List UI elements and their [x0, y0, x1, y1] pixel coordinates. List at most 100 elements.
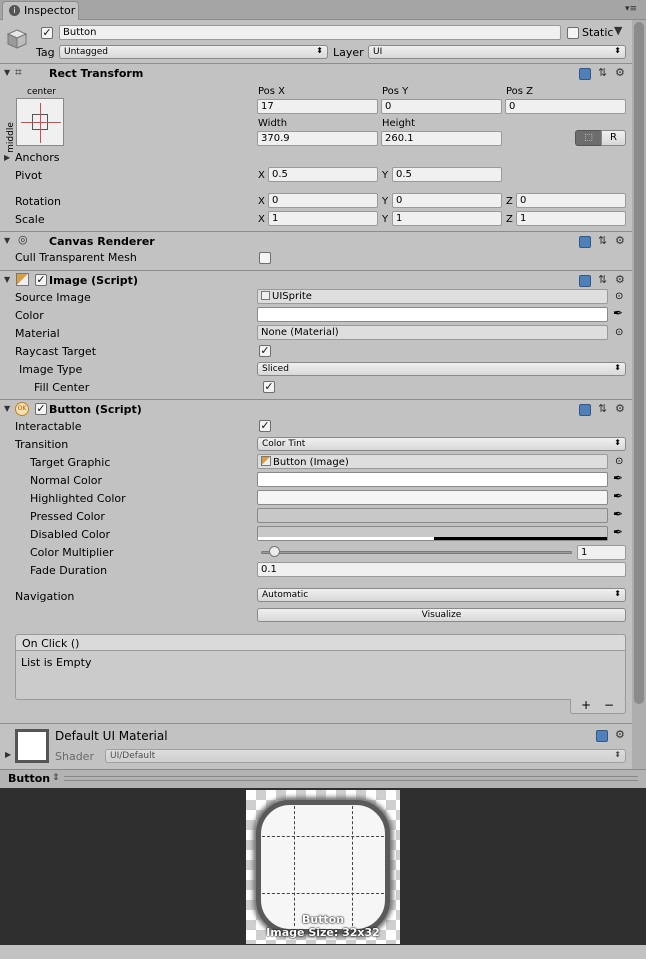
disabled-color-field[interactable] — [257, 526, 608, 541]
pos-z-field[interactable]: 0 — [505, 99, 626, 114]
cull-checkbox[interactable] — [259, 252, 271, 264]
image-type-dropdown[interactable]: Sliced ⬍ — [257, 362, 626, 376]
width-field[interactable]: 370.9 — [257, 131, 378, 146]
scale-z-field[interactable]: 1 — [516, 211, 626, 226]
eyedropper-icon[interactable]: ✒ — [613, 489, 623, 503]
preset-icon[interactable]: ⇅ — [598, 235, 607, 247]
anchor-preset-button[interactable] — [16, 98, 64, 146]
source-image-field[interactable]: UISprite — [257, 289, 608, 304]
canvas-renderer-header[interactable]: ▼ ◎ Canvas Renderer ⇅ ⚙ — [0, 231, 632, 250]
help-book-icon[interactable] — [579, 68, 591, 80]
navigation-dropdown[interactable]: Automatic ⬍ — [257, 588, 626, 602]
tab-inspector[interactable]: i Inspector — [2, 1, 79, 20]
eyedropper-icon[interactable]: ✒ — [613, 471, 623, 485]
color-multiplier-slider-track[interactable] — [261, 551, 572, 554]
fade-duration-label: Fade Duration — [30, 564, 108, 577]
preset-icon[interactable]: ⇅ — [598, 274, 607, 286]
remove-event-button[interactable]: − — [604, 699, 614, 712]
image-script-icon — [16, 273, 29, 286]
height-field[interactable]: 260.1 — [381, 131, 502, 146]
visualize-button[interactable]: Visualize — [257, 608, 626, 622]
raycast-checkbox[interactable]: ✓ — [259, 345, 271, 357]
scale-y-label: Y — [382, 214, 389, 225]
fill-center-checkbox[interactable]: ✓ — [263, 381, 275, 393]
preview-title: Button — [8, 772, 51, 785]
pos-x-field[interactable]: 17 — [257, 99, 378, 114]
navigation-label: Navigation — [15, 590, 75, 603]
image-enabled-checkbox[interactable]: ✓ — [35, 274, 47, 286]
gear-icon[interactable]: ⚙ — [615, 67, 625, 79]
tag-dropdown[interactable]: Untagged ⬍ — [59, 45, 328, 59]
scrollbar-thumb[interactable] — [634, 22, 644, 704]
highlighted-color-field[interactable] — [257, 490, 608, 505]
fade-duration-field[interactable]: 0.1 — [257, 562, 626, 577]
static-dropdown-icon[interactable]: ▼ — [614, 25, 622, 37]
material-field[interactable]: None (Material) — [257, 325, 608, 340]
pos-z-label: Pos Z — [506, 86, 534, 97]
anchors-label[interactable]: Anchors — [15, 151, 60, 164]
drag-handle-icon[interactable]: ⇕ — [52, 772, 60, 784]
pivot-y-field[interactable]: 0.5 — [392, 167, 502, 182]
foldout-arrow-icon[interactable]: ▼ — [4, 403, 10, 415]
rot-y-field[interactable]: 0 — [392, 193, 502, 208]
preset-icon[interactable]: ⇅ — [598, 67, 607, 79]
color-multiplier-field[interactable]: 1 — [577, 545, 626, 560]
rot-x-field[interactable]: 0 — [268, 193, 378, 208]
rot-z-field[interactable]: 0 — [516, 193, 626, 208]
image-type-label: Image Type — [19, 363, 83, 376]
button-script-header[interactable]: ▼ OK ✓ Button (Script) ⇅ ⚙ — [0, 399, 632, 418]
chevron-updown-icon: ⬍ — [614, 46, 621, 55]
help-book-icon[interactable] — [579, 404, 591, 416]
image-script-header[interactable]: ▼ ✓ Image (Script) ⇅ ⚙ — [0, 270, 632, 289]
highlighted-color-label: Highlighted Color — [30, 492, 126, 505]
drag-grip[interactable] — [64, 776, 638, 781]
rect-transform-header[interactable]: ▼ ⌗ Rect Transform ⇅ ⚙ — [0, 63, 632, 82]
pressed-color-field[interactable] — [257, 508, 608, 523]
object-picker-icon[interactable]: ⊙ — [615, 456, 623, 467]
target-graphic-field[interactable]: Button (Image) — [257, 454, 608, 469]
eyedropper-icon[interactable]: ✒ — [613, 525, 623, 539]
gear-icon[interactable]: ⚙ — [615, 403, 625, 415]
eyedropper-icon[interactable]: ✒ — [613, 306, 623, 320]
blueprint-mode-button[interactable]: ⬚ — [575, 130, 602, 146]
transition-dropdown[interactable]: Color Tint ⬍ — [257, 437, 626, 451]
foldout-arrow-icon[interactable]: ▼ — [4, 235, 10, 247]
gear-icon[interactable]: ⚙ — [615, 729, 625, 741]
help-book-icon[interactable] — [579, 236, 591, 248]
scale-z-label: Z — [506, 214, 513, 225]
layer-label: Layer — [333, 46, 364, 59]
add-event-button[interactable]: + — [581, 699, 591, 712]
layer-dropdown[interactable]: UI ⬍ — [368, 45, 626, 59]
name-field[interactable]: Button — [59, 25, 561, 40]
object-picker-icon[interactable]: ⊙ — [615, 291, 623, 302]
normal-color-field[interactable] — [257, 472, 608, 487]
help-book-icon[interactable] — [579, 275, 591, 287]
scale-y-field[interactable]: 1 — [392, 211, 502, 226]
color-field[interactable] — [257, 307, 608, 322]
anchors-foldout-icon[interactable]: ▶ — [4, 152, 10, 164]
object-picker-icon[interactable]: ⊙ — [615, 327, 623, 338]
raw-edit-button[interactable]: R — [601, 130, 626, 146]
pos-y-field[interactable]: 0 — [381, 99, 502, 114]
gear-icon[interactable]: ⚙ — [615, 274, 625, 286]
help-book-icon[interactable] — [596, 730, 608, 742]
foldout-arrow-icon[interactable]: ▼ — [4, 67, 10, 79]
rect-transform-title: Rect Transform — [49, 67, 144, 80]
preset-icon[interactable]: ⇅ — [598, 403, 607, 415]
active-checkbox[interactable]: ✓ — [41, 27, 53, 39]
menu-icon[interactable]: ▾≡ — [625, 3, 637, 15]
preview-header[interactable]: Button ⇕ — [0, 769, 646, 788]
pivot-x-field[interactable]: 0.5 — [268, 167, 378, 182]
material-foldout-icon[interactable]: ▶ — [5, 749, 11, 761]
button-enabled-checkbox[interactable]: ✓ — [35, 403, 47, 415]
onclick-header-bar — [16, 635, 625, 651]
static-checkbox[interactable] — [567, 27, 579, 39]
gear-icon[interactable]: ⚙ — [615, 235, 625, 247]
scale-x-field[interactable]: 1 — [268, 211, 378, 226]
material-section: ▶ Default UI Material Shader UI/Default ⬍… — [0, 723, 632, 769]
interactable-checkbox[interactable]: ✓ — [259, 420, 271, 432]
foldout-arrow-icon[interactable]: ▼ — [4, 274, 10, 286]
shader-dropdown[interactable]: UI/Default ⬍ — [105, 749, 626, 763]
color-multiplier-slider-thumb[interactable] — [268, 546, 280, 557]
eyedropper-icon[interactable]: ✒ — [613, 507, 623, 521]
